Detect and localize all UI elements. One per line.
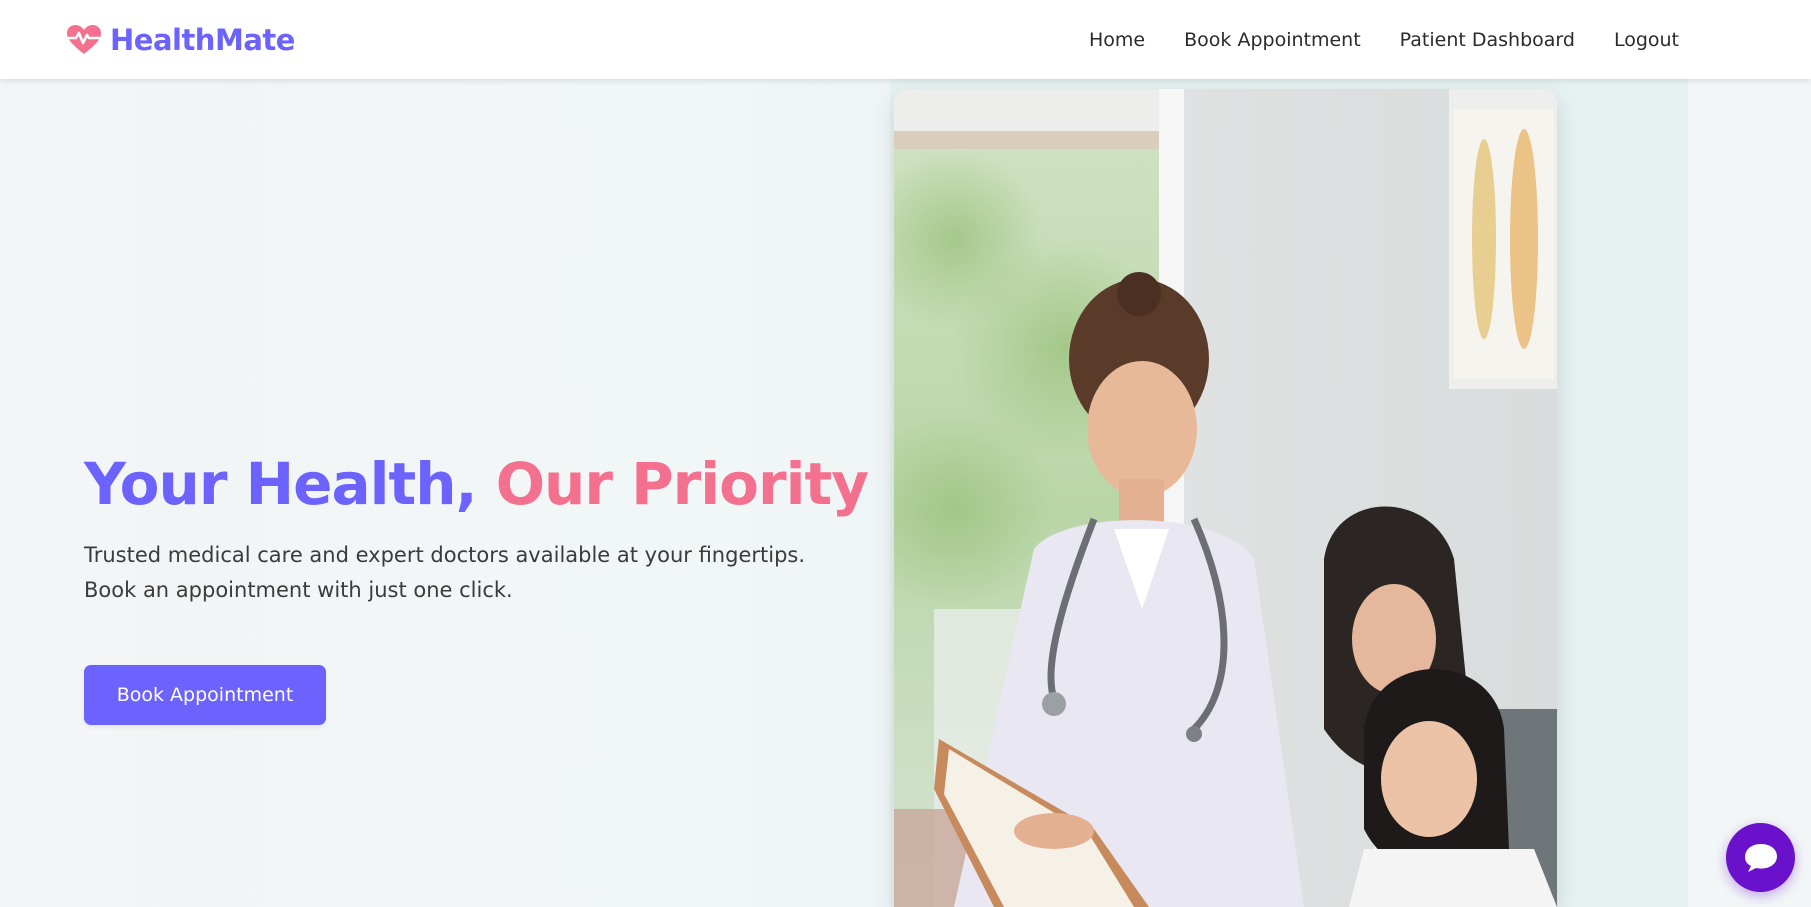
hero-headline-part2: Our Priority xyxy=(495,450,869,518)
nav-book-appointment-link[interactable]: Book Appointment xyxy=(1184,29,1361,51)
chat-button[interactable] xyxy=(1726,823,1795,892)
top-navbar: HealthMate Home Book Appointment Patient… xyxy=(0,0,1811,79)
hero-headline-part1: Your Health, xyxy=(84,450,496,518)
nav-links: Home Book Appointment Patient Dashboard … xyxy=(1089,0,1679,79)
brand-logo-link[interactable]: HealthMate xyxy=(66,20,295,60)
hero-subtext: Trusted medical care and expert doctors … xyxy=(84,543,806,602)
page-margin xyxy=(1688,79,1811,907)
hero-headline: Your Health, Our Priority xyxy=(84,450,869,518)
brand-name: HealthMate xyxy=(110,23,295,57)
nav-logout-link[interactable]: Logout xyxy=(1614,29,1679,51)
chat-bubble-icon xyxy=(1744,843,1777,872)
doctor-with-mother-and-child-photo xyxy=(894,89,1557,907)
nav-home-link[interactable]: Home xyxy=(1089,29,1145,51)
nav-patient-dashboard-link[interactable]: Patient Dashboard xyxy=(1400,29,1575,51)
book-appointment-button[interactable]: Book Appointment xyxy=(84,665,326,725)
heart-pulse-icon xyxy=(67,25,101,54)
